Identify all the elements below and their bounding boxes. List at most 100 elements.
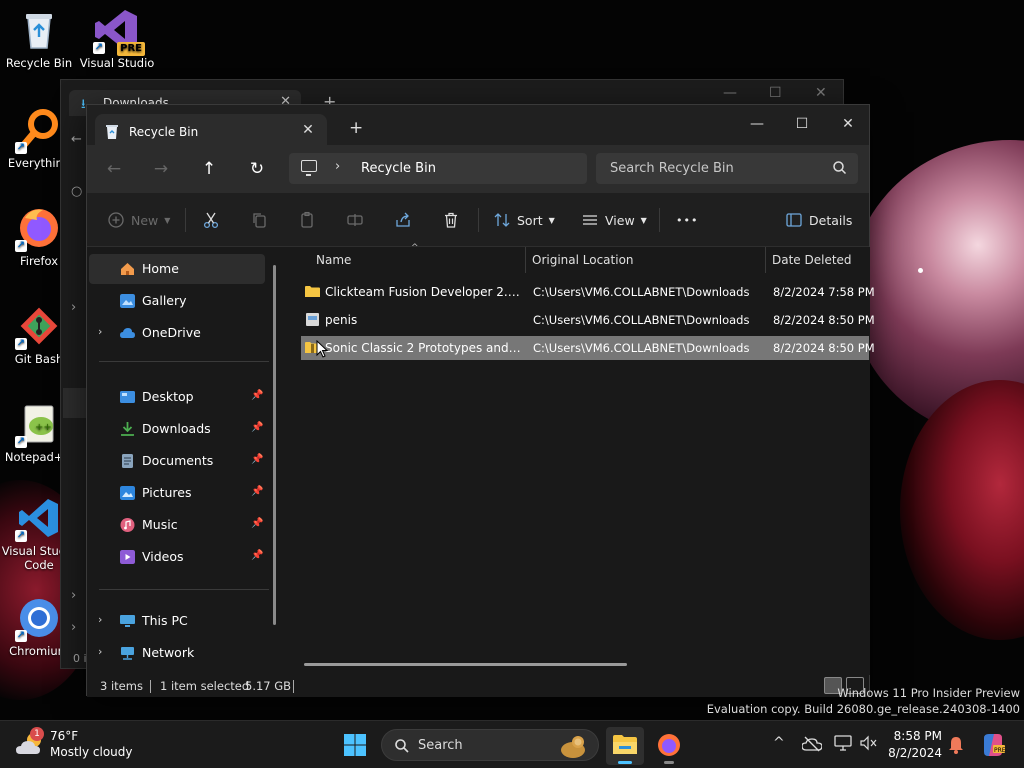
pin-icon[interactable]: 📌 [251, 550, 263, 561]
search-icon[interactable] [831, 159, 849, 177]
sidebar-item-onedrive[interactable]: › OneDrive [89, 318, 265, 348]
taskbar-firefox[interactable] [650, 727, 688, 765]
pin-icon[interactable]: 📌 [251, 518, 263, 529]
new-label: New [131, 212, 159, 228]
minimize-button[interactable]: — [723, 85, 737, 101]
file-row[interactable]: Clickteam Fusion Developer 2.5+ B... C:\… [301, 280, 875, 304]
paste-button[interactable] [298, 210, 316, 230]
maximize-button[interactable]: ☐ [779, 109, 825, 139]
sort-label: Sort [517, 212, 543, 228]
desktop-icon-recycle-bin[interactable]: Recycle Bin [1, 8, 77, 70]
recycle-bin-explorer-window[interactable]: Recycle Bin ✕ + — ☐ ✕ ← → ↑ ↻ › Recycle … [86, 104, 875, 697]
chevron-right-icon[interactable]: › [98, 645, 102, 658]
minimize-button[interactable]: — [734, 109, 780, 139]
sort-button[interactable]: Sort ▼ [493, 210, 555, 230]
taskbar-file-explorer[interactable] [606, 727, 644, 765]
sidebar-item-pictures[interactable]: Pictures 📌 [89, 478, 265, 508]
gallery-icon [120, 294, 135, 308]
close-button[interactable]: ✕ [825, 109, 871, 139]
more-options-button[interactable]: ••• [676, 210, 698, 230]
sidebar-item-this-pc[interactable]: › This PC [89, 606, 265, 636]
volume-muted-icon[interactable] [860, 735, 878, 751]
toolbar-divider [185, 208, 186, 232]
cut-button[interactable] [202, 210, 220, 230]
column-divider[interactable] [525, 247, 526, 273]
file-row-selected[interactable]: Sonic Classic 2 Prototypes and Fina... C… [301, 336, 875, 360]
column-header-date-deleted[interactable]: Date Deleted [772, 253, 852, 267]
desktop-icon-label: Recycle Bin [5, 56, 73, 70]
weather-description[interactable]: Mostly cloudy [50, 745, 133, 759]
start-windows-icon[interactable] [343, 733, 367, 757]
navigation-pane: Home Gallery › OneDrive Desktop 📌 Downlo… [87, 247, 283, 675]
breadcrumb-recycle-bin[interactable]: Recycle Bin [361, 161, 436, 176]
show-hidden-icons-chevron-icon[interactable]: ^ [773, 735, 785, 751]
view-button[interactable]: View ▼ [581, 210, 647, 230]
copilot-icon[interactable]: PRE [980, 732, 1006, 758]
clock-time[interactable]: 8:58 PM [880, 729, 942, 743]
file-explorer-icon [613, 735, 637, 754]
git-bash-icon: ↗ [15, 304, 61, 350]
notepad-plus-plus-icon: ++ ↗ [15, 402, 61, 448]
plus-circle-icon [108, 212, 124, 228]
pin-icon[interactable]: 📌 [251, 486, 263, 497]
sidebar-item-gallery[interactable]: Gallery [89, 286, 265, 316]
taskbar-search[interactable]: Search [381, 729, 599, 761]
close-tab-button[interactable]: ✕ [299, 122, 317, 138]
taskbar: 1 76°F Mostly cloudy Search ^ 8:58 PM 8/… [0, 720, 1024, 768]
network-monitor-icon[interactable] [834, 735, 852, 751]
new-tab-button[interactable]: + [349, 118, 363, 138]
file-name: Sonic Classic 2 Prototypes and Fina... [325, 341, 521, 355]
desktop-icon-visual-studio[interactable]: PRE ↗ Visual Studio 2022 Preview [79, 8, 155, 70]
sidebar-item-home[interactable]: Home [89, 254, 265, 284]
pin-icon[interactable]: 📌 [251, 454, 263, 465]
search-input[interactable] [596, 153, 858, 184]
horizontal-scrollbar[interactable] [304, 663, 627, 666]
chevron-right-icon: › [71, 588, 77, 603]
file-icon [306, 313, 319, 326]
chevron-right-icon[interactable]: › [98, 325, 102, 338]
column-header-name[interactable]: Name [316, 253, 351, 267]
address-bar[interactable]: › Recycle Bin [289, 153, 587, 184]
sidebar-item-network[interactable]: › Network [89, 638, 265, 668]
notification-bell-icon[interactable] [948, 736, 964, 754]
music-icon [120, 518, 135, 532]
maximize-button[interactable]: ☐ [769, 85, 782, 101]
column-divider[interactable] [765, 247, 766, 273]
pin-icon[interactable]: 📌 [251, 390, 263, 401]
up-button[interactable]: ↑ [196, 157, 222, 181]
onedrive-cloud-icon [120, 328, 135, 338]
details-button[interactable]: Details [785, 210, 852, 230]
sidebar-item-downloads[interactable]: Downloads 📌 [89, 414, 265, 444]
sidebar-item-label: This PC [142, 613, 188, 628]
weather-temperature[interactable]: 76°F [50, 729, 78, 743]
forward-button[interactable]: → [148, 157, 174, 181]
chevron-right-icon[interactable]: › [335, 159, 340, 174]
column-header-original-location[interactable]: Original Location [532, 253, 634, 267]
share-button[interactable] [394, 210, 412, 230]
visual-studio-icon: PRE ↗ [93, 8, 145, 56]
sidebar-item-music[interactable]: Music 📌 [89, 510, 265, 540]
onedrive-offline-icon[interactable] [802, 736, 822, 752]
taskbar-search-label: Search [418, 738, 463, 753]
desktop-folder-icon [120, 391, 135, 403]
sidebar-item-videos[interactable]: Videos 📌 [89, 542, 265, 572]
chevron-right-icon[interactable]: › [98, 613, 102, 626]
refresh-button[interactable]: ↻ [244, 157, 270, 181]
back-button[interactable]: ← [101, 157, 127, 181]
file-row[interactable]: penis C:\Users\VM6.COLLABNET\Downloads 8… [301, 308, 875, 332]
sidebar-item-documents[interactable]: Documents 📌 [89, 446, 265, 476]
delete-button[interactable] [442, 210, 460, 230]
clock-date[interactable]: 8/2/2024 [880, 746, 942, 760]
recycle-bin-icon [106, 125, 118, 139]
close-button[interactable]: ✕ [815, 85, 827, 101]
sidebar-scrollbar[interactable] [273, 265, 276, 625]
sidebar-item-desktop[interactable]: Desktop 📌 [89, 382, 265, 412]
copy-button[interactable] [250, 210, 268, 230]
desktop-icon-label: Visual Studio 2022 Preview [79, 56, 155, 70]
new-button[interactable]: New ▼ [107, 210, 170, 230]
sidebar-item-label: Desktop [142, 389, 194, 404]
rename-button[interactable] [346, 210, 364, 230]
view-list-icon [583, 215, 597, 225]
wallpaper-dot [918, 268, 923, 273]
pin-icon[interactable]: 📌 [251, 422, 263, 433]
